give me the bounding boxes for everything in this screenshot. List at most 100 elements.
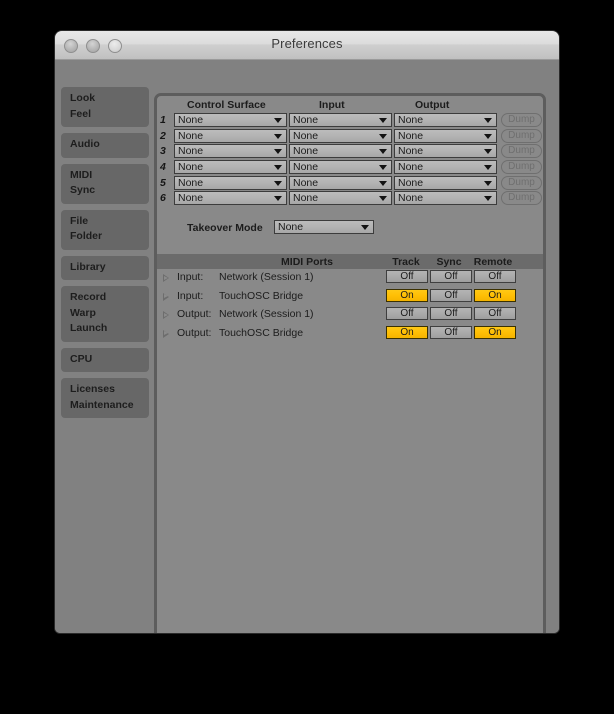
- control-surface-dropdown[interactable]: None: [174, 113, 287, 127]
- column-header-remote: Remote: [473, 256, 513, 268]
- port-direction: Input:: [177, 271, 204, 283]
- chevron-down-icon: [379, 165, 387, 171]
- control-surface-dropdown[interactable]: None: [174, 175, 287, 190]
- sync-toggle[interactable]: Off: [430, 270, 472, 283]
- dump-button[interactable]: Dump: [501, 144, 542, 159]
- chevron-down-icon: [484, 133, 492, 139]
- chevron-down-icon: [274, 196, 282, 202]
- output-port-dropdown[interactable]: None: [394, 175, 497, 190]
- sidebar-item-label: Warp: [70, 306, 96, 319]
- remote-toggle[interactable]: Off: [474, 270, 516, 283]
- control-surface-rows: 1 None None None Dump 2 None None None Dump 3 None N…: [157, 113, 543, 207]
- chevron-down-icon: [274, 165, 282, 171]
- column-header-input: Input: [319, 99, 345, 111]
- port-name: Network (Session 1): [219, 308, 314, 320]
- control-surface-dropdown[interactable]: None: [174, 160, 287, 175]
- remote-toggle[interactable]: Off: [474, 307, 516, 320]
- dump-button[interactable]: Dump: [501, 175, 542, 190]
- control-surface-row: 5 None None None Dump: [157, 175, 543, 192]
- row-number: 2: [160, 129, 166, 142]
- title-bar[interactable]: Preferences: [55, 31, 559, 60]
- input-port-dropdown[interactable]: None: [289, 113, 392, 127]
- input-port-dropdown[interactable]: None: [289, 175, 392, 190]
- control-surface-dropdown[interactable]: None: [174, 191, 287, 206]
- control-surface-row: 1 None None None Dump: [157, 113, 543, 129]
- dropdown-value: None: [293, 161, 319, 174]
- output-port-dropdown[interactable]: None: [394, 128, 497, 143]
- sidebar-item-label: Audio: [70, 138, 100, 150]
- dropdown-value: None: [398, 161, 424, 174]
- chevron-down-icon: [361, 225, 369, 230]
- midi-sync-panel: Control Surface Input Output 1 None None No…: [154, 93, 546, 633]
- column-header-sync: Sync: [436, 256, 462, 268]
- preferences-window: Preferences Look Feel Audio MIDI Sync File Fol…: [55, 31, 559, 633]
- dump-button[interactable]: Dump: [501, 191, 542, 206]
- chevron-down-icon: [484, 180, 492, 186]
- row-number: 3: [160, 145, 166, 158]
- control-surface-dropdown[interactable]: None: [174, 128, 287, 143]
- disclosure-triangle-icon[interactable]: [163, 311, 169, 319]
- sidebar-item-record[interactable]: Record Warp Launch: [61, 286, 149, 342]
- port-direction: Output:: [177, 308, 212, 320]
- input-port-dropdown[interactable]: None: [289, 128, 392, 143]
- sidebar-item-look[interactable]: Look Feel: [61, 87, 149, 127]
- row-number: 6: [160, 192, 166, 205]
- disclosure-triangle-icon[interactable]: [163, 329, 169, 338]
- output-port-dropdown[interactable]: None: [394, 113, 497, 127]
- sidebar-item-label: Sync: [70, 184, 96, 196]
- output-port-dropdown[interactable]: None: [394, 144, 497, 159]
- dropdown-value: None: [178, 192, 204, 205]
- control-surface-row: 4 None None None Dump: [157, 160, 543, 176]
- track-toggle[interactable]: On: [386, 288, 428, 302]
- sidebar-item-library[interactable]: Library: [61, 255, 149, 280]
- row-number: 5: [160, 176, 166, 189]
- input-port-dropdown[interactable]: None: [289, 144, 392, 159]
- midi-ports-rows: Input: Network (Session 1) Off Off Off Input:…: [157, 269, 543, 343]
- dropdown-value: None: [398, 145, 424, 158]
- takeover-mode-dropdown[interactable]: None: [274, 220, 374, 234]
- disclosure-triangle-icon[interactable]: [163, 274, 169, 282]
- sidebar-item-audio[interactable]: Audio: [61, 133, 149, 158]
- dropdown-value: None: [398, 129, 424, 142]
- sidebar-item-licenses[interactable]: Licenses Maintenance: [61, 378, 149, 418]
- takeover-mode-section: Takeover Mode None: [157, 220, 543, 238]
- chevron-down-icon: [379, 196, 387, 202]
- takeover-mode-label: Takeover Mode: [187, 222, 263, 234]
- chevron-down-icon: [484, 149, 492, 155]
- sidebar-item-cpu[interactable]: CPU: [61, 347, 149, 372]
- track-toggle[interactable]: Off: [386, 270, 428, 283]
- output-port-dropdown[interactable]: None: [394, 191, 497, 206]
- row-number: 1: [160, 114, 166, 126]
- sync-toggle[interactable]: Off: [430, 325, 472, 339]
- sidebar-item-label: CPU: [70, 352, 93, 365]
- midi-ports-header: MIDI Ports Track Sync Remote: [157, 254, 543, 269]
- column-header-control-surface: Control Surface: [187, 99, 266, 111]
- dump-button[interactable]: Dump: [501, 160, 542, 175]
- dump-button[interactable]: Dump: [501, 128, 542, 143]
- remote-toggle[interactable]: On: [474, 325, 516, 339]
- chevron-down-icon: [274, 180, 282, 186]
- sidebar-item-label: Look: [70, 92, 96, 104]
- input-port-dropdown[interactable]: None: [289, 160, 392, 175]
- port-direction: Output:: [177, 326, 212, 339]
- control-surface-row: 6 None None None Dump: [157, 191, 543, 207]
- track-toggle[interactable]: On: [386, 325, 428, 339]
- dropdown-value: None: [293, 145, 319, 158]
- sync-toggle[interactable]: Off: [430, 307, 472, 320]
- sidebar-item-label: File: [70, 214, 89, 227]
- dropdown-value: None: [293, 176, 319, 189]
- chevron-down-icon: [484, 118, 492, 123]
- track-toggle[interactable]: Off: [386, 307, 428, 320]
- sidebar-item-file[interactable]: File Folder: [61, 209, 149, 250]
- chevron-down-icon: [379, 180, 387, 186]
- sidebar-item-midi[interactable]: MIDI Sync: [61, 163, 149, 204]
- control-surface-dropdown[interactable]: None: [174, 144, 287, 159]
- dump-button[interactable]: Dump: [501, 113, 542, 127]
- remote-toggle[interactable]: On: [474, 288, 516, 302]
- disclosure-triangle-icon[interactable]: [163, 292, 169, 301]
- midi-port-row: Output: Network (Session 1) Off Off Off: [157, 306, 543, 325]
- input-port-dropdown[interactable]: None: [289, 191, 392, 206]
- output-port-dropdown[interactable]: None: [394, 160, 497, 175]
- sync-toggle[interactable]: Off: [430, 288, 472, 302]
- sidebar-item-label: Licenses: [70, 383, 115, 395]
